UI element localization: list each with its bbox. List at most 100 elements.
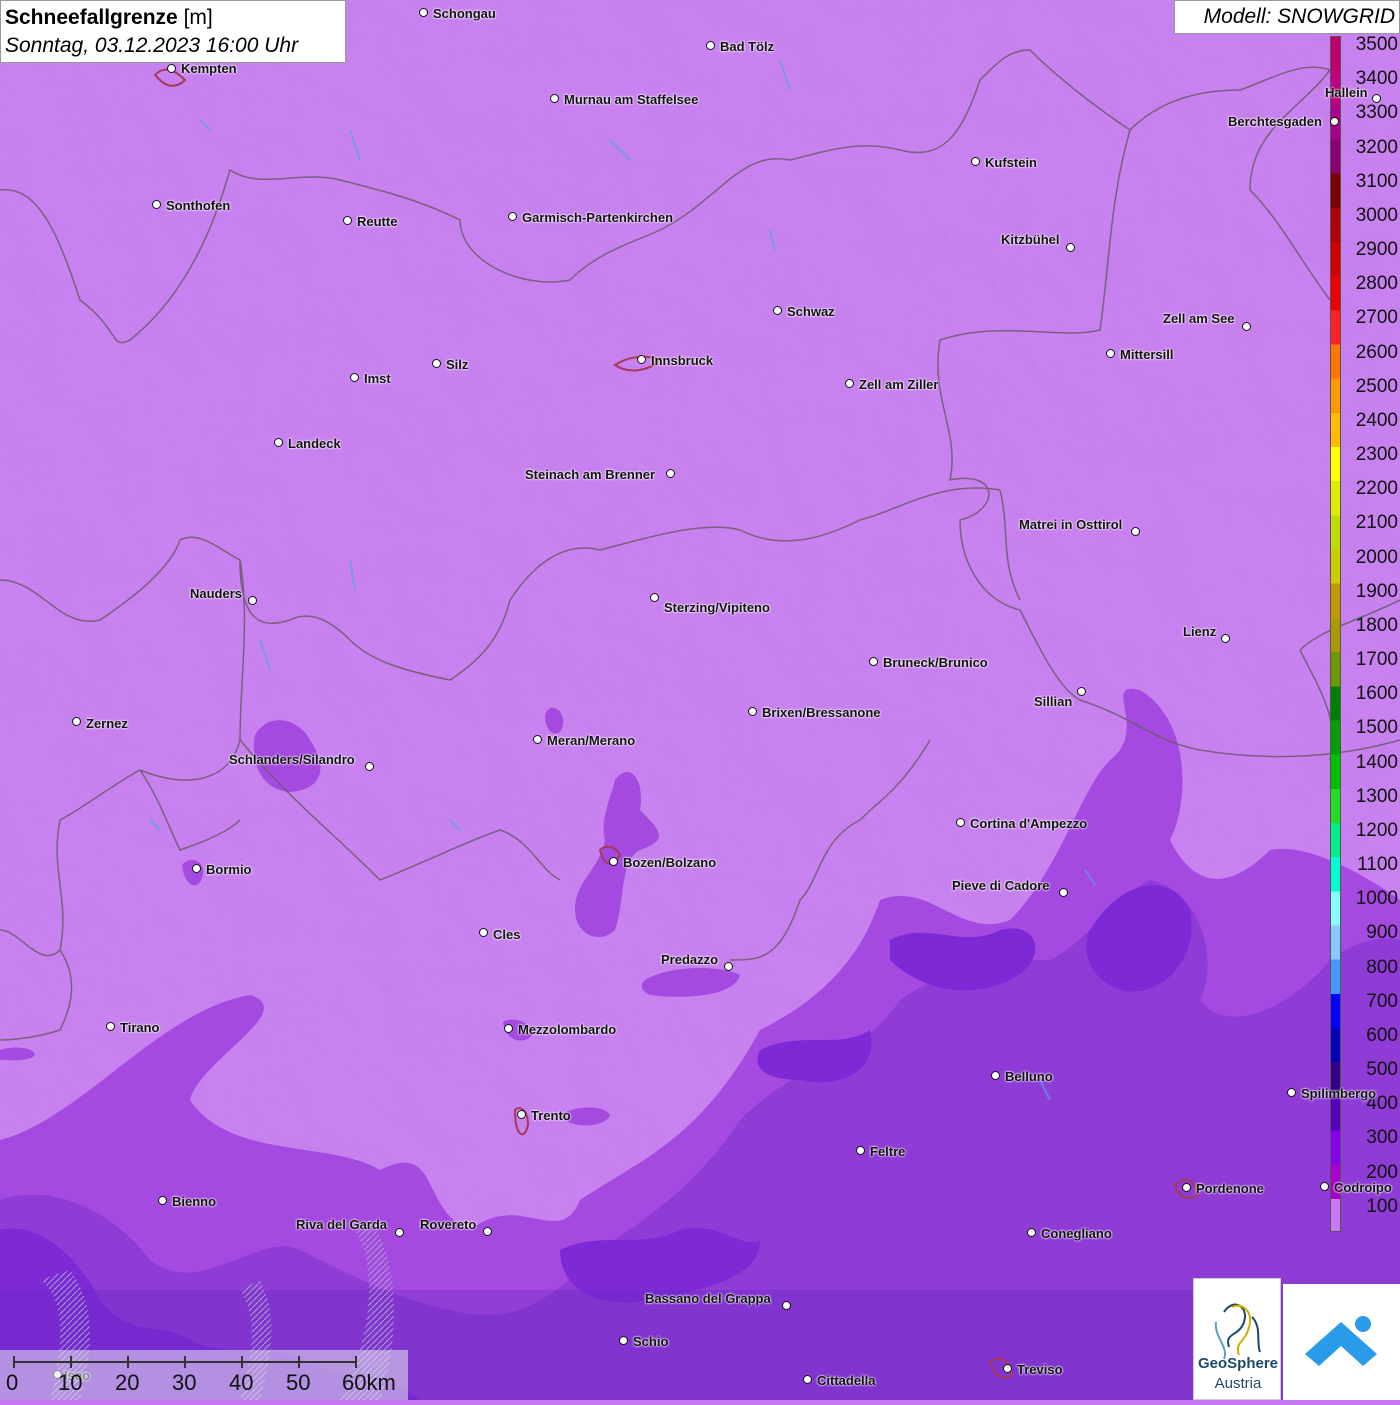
city-marker xyxy=(343,216,352,225)
map-datetime: Sonntag, 03.12.2023 16:00 Uhr xyxy=(5,34,299,57)
city-label: Steinach am Brenner xyxy=(525,467,656,482)
city-label: Kitzbühel xyxy=(1001,232,1060,247)
city-label: Zell am See xyxy=(1163,311,1235,326)
city-label: Zell am Ziller xyxy=(859,377,939,392)
city-label: Hallein xyxy=(1325,85,1368,100)
city-marker xyxy=(1027,1228,1036,1237)
city-label: Pordenone xyxy=(1196,1181,1264,1196)
city-marker xyxy=(1242,322,1251,331)
city-label: Sonthofen xyxy=(166,198,231,213)
legend-label: 700 xyxy=(1366,990,1398,1012)
legend-label: 2700 xyxy=(1355,307,1398,329)
city-marker xyxy=(72,717,81,726)
legend-label: 1000 xyxy=(1355,888,1398,910)
city-label: Kempten xyxy=(181,61,237,76)
city-marker xyxy=(483,1227,492,1236)
map-title-box: Schneefallgrenze [m] Sonntag, 03.12.2023… xyxy=(0,0,346,63)
legend-label: 2600 xyxy=(1355,341,1398,363)
legend-label: 600 xyxy=(1366,1024,1398,1046)
scale-label: 0 xyxy=(6,1370,19,1395)
legend-label: 2500 xyxy=(1355,375,1398,397)
legend-label: 1100 xyxy=(1357,854,1398,876)
city-marker xyxy=(1221,634,1230,643)
city-marker xyxy=(1287,1088,1296,1097)
legend-label: 2800 xyxy=(1355,273,1398,295)
legend-label: 1200 xyxy=(1355,819,1398,841)
city-marker xyxy=(1131,527,1140,536)
city-marker xyxy=(106,1022,115,1031)
scale-bar: 0 10 20 30 40 50 60km xyxy=(0,1350,408,1400)
city-marker xyxy=(1003,1364,1012,1373)
logo-line1: GeoSphere xyxy=(1197,1355,1279,1372)
city-marker xyxy=(706,41,715,50)
city-label: Feltre xyxy=(870,1144,906,1159)
scale-label: 60km xyxy=(342,1370,396,1395)
legend-label: 3200 xyxy=(1355,136,1398,158)
city-label: Treviso xyxy=(1017,1362,1063,1377)
city-marker xyxy=(971,157,980,166)
legend-label: 1700 xyxy=(1355,649,1398,671)
city-marker xyxy=(419,8,428,17)
city-label: Mittersill xyxy=(1120,347,1174,362)
legend-label: 200 xyxy=(1366,1161,1398,1183)
city-label: Schongau xyxy=(433,6,496,21)
scale-label: 30 xyxy=(172,1370,197,1395)
legend-label: 1600 xyxy=(1355,683,1398,705)
city-label: Riva del Garda xyxy=(296,1217,388,1232)
legend-label: 2200 xyxy=(1355,478,1398,500)
city-marker xyxy=(432,359,441,368)
city-marker xyxy=(1077,687,1086,696)
city-label: Bruneck/Brunico xyxy=(883,655,988,670)
city-marker xyxy=(167,64,176,73)
legend-label: 1500 xyxy=(1355,717,1398,739)
legend-label: 3300 xyxy=(1355,102,1398,124)
map-title: Schneefallgrenze [m] xyxy=(5,6,213,29)
city-marker xyxy=(192,864,201,873)
city-label: Cortina d'Ampezzo xyxy=(970,816,1088,831)
legend-label: 2000 xyxy=(1355,546,1398,568)
city-marker xyxy=(803,1375,812,1384)
city-label: Silz xyxy=(446,357,469,372)
city-label: Innsbruck xyxy=(651,353,714,368)
city-marker xyxy=(666,469,675,478)
city-label: Rovereto xyxy=(420,1217,477,1232)
city-marker xyxy=(248,596,257,605)
city-label: Codroipo xyxy=(1334,1180,1392,1195)
city-label: Reutte xyxy=(357,214,398,229)
legend-label: 3100 xyxy=(1355,170,1398,192)
city-marker xyxy=(637,355,646,364)
legend-label: 1800 xyxy=(1355,614,1398,636)
city-label: Mezzolombardo xyxy=(518,1022,617,1037)
city-marker xyxy=(650,593,659,602)
city-label: Sterzing/Vipiteno xyxy=(664,600,770,615)
city-marker xyxy=(365,762,374,771)
city-marker xyxy=(845,379,854,388)
city-label: Zernez xyxy=(86,716,128,731)
city-label: Belluno xyxy=(1005,1069,1053,1084)
legend-label: 3000 xyxy=(1355,204,1398,226)
city-marker xyxy=(550,94,559,103)
city-marker xyxy=(991,1071,1000,1080)
city-label: Schio xyxy=(633,1334,669,1349)
city-marker xyxy=(1372,94,1381,103)
city-label: Pieve di Cadore xyxy=(952,878,1050,893)
city-label: Bassano del Grappa xyxy=(645,1291,771,1306)
city-label: Meran/Merano xyxy=(547,733,636,748)
legend-label: 1400 xyxy=(1355,751,1398,773)
city-label: Schwaz xyxy=(787,304,835,319)
legend-label: 2300 xyxy=(1355,444,1398,466)
city-label: Tirano xyxy=(120,1020,160,1035)
city-label: Bad Tölz xyxy=(720,39,775,54)
city-marker xyxy=(609,857,618,866)
model-label: Modell: SNOWGRID xyxy=(1174,0,1400,34)
city-marker xyxy=(724,962,733,971)
city-marker xyxy=(517,1110,526,1119)
city-label: Berchtesgaden xyxy=(1228,114,1322,129)
logo-line2: Austria xyxy=(1214,1375,1262,1392)
city-label: Trento xyxy=(531,1108,571,1123)
city-marker xyxy=(158,1196,167,1205)
city-label: Murnau am Staffelsee xyxy=(564,92,699,107)
city-marker xyxy=(504,1024,513,1033)
legend-label: 100 xyxy=(1366,1195,1398,1217)
city-label: Predazzo xyxy=(661,952,719,967)
